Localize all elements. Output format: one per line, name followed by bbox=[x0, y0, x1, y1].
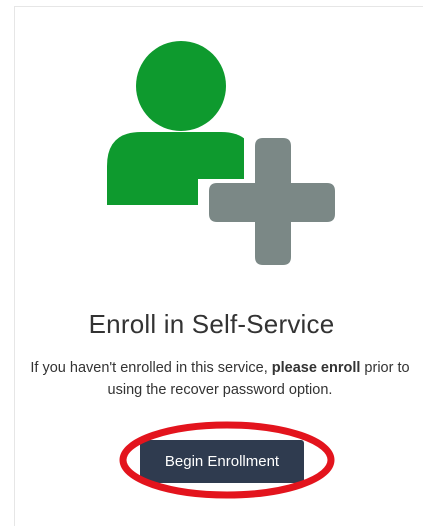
add-user-icon-svg bbox=[107, 41, 340, 274]
person-head-icon bbox=[136, 41, 226, 131]
page-title: Enroll in Self-Service bbox=[88, 309, 335, 339]
begin-enrollment-button[interactable]: Begin Enrollment bbox=[140, 440, 304, 483]
enroll-description: If you haven't enrolled in this service,… bbox=[20, 357, 420, 401]
description-emphasis: please enroll bbox=[271, 360, 361, 376]
add-user-icon bbox=[0, 0, 423, 290]
description-text: If you haven't enrolled in this service, bbox=[30, 360, 272, 376]
